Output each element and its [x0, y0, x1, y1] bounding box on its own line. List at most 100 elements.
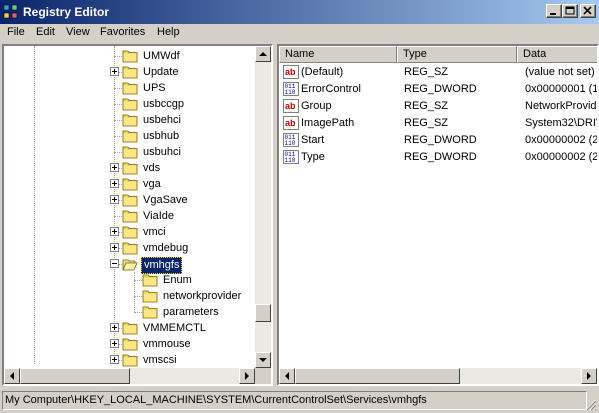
- expand-icon[interactable]: [110, 355, 119, 364]
- folder-icon: [142, 290, 158, 303]
- value-row[interactable]: ab Group REG_SZ NetworkProvider: [279, 98, 597, 115]
- tree-item-label[interactable]: usbccgp: [141, 97, 186, 112]
- list-horizontal-scrollbar[interactable]: [279, 368, 597, 384]
- minimize-button[interactable]: [546, 4, 562, 18]
- tree-item-vmhgfs[interactable]: vmhgfs: [4, 256, 254, 274]
- list-scroll-right-button[interactable]: [581, 368, 597, 384]
- tree-item-label[interactable]: parameters: [161, 305, 221, 320]
- value-data: 0x00000002 (2): [525, 151, 599, 163]
- tree-item-label[interactable]: VgaSave: [141, 193, 190, 208]
- tree-item-viaide[interactable]: ViaIde: [4, 208, 254, 224]
- column-header-data[interactable]: Data: [517, 46, 597, 63]
- tree-item-label[interactable]: vmmouse: [141, 337, 193, 352]
- close-button[interactable]: [580, 4, 596, 18]
- tree-horizontal-scrollbar[interactable]: [4, 368, 255, 384]
- tree-item-label[interactable]: usbhub: [141, 129, 181, 144]
- tree-item-label[interactable]: UPS: [141, 81, 168, 96]
- tree-item-label[interactable]: UMWdf: [141, 49, 182, 64]
- menu-file[interactable]: File: [4, 26, 28, 38]
- title-bar[interactable]: Registry Editor: [0, 0, 599, 24]
- folder-icon: [122, 226, 138, 239]
- tree-item-label[interactable]: vmci: [141, 225, 168, 240]
- list-scroll-left-button[interactable]: [279, 368, 295, 384]
- tree-item-vmci[interactable]: vmci: [4, 224, 254, 240]
- expand-icon[interactable]: [110, 67, 119, 76]
- tree-item-label[interactable]: Update: [141, 65, 180, 80]
- value-data: (value not set): [525, 66, 595, 78]
- maximize-button[interactable]: [562, 4, 578, 18]
- tree-item-label[interactable]: usbuhci: [141, 145, 183, 160]
- tree-item-label[interactable]: networkprovider: [161, 289, 243, 304]
- list-hscroll-thumb[interactable]: [295, 368, 460, 384]
- key-tree-pane[interactable]: UMWdf Update UPS usbccgp usbehci usbhub usbuhc…: [2, 44, 273, 386]
- tree-item-vmscsi[interactable]: vmscsi: [4, 352, 254, 368]
- tree-item-enum[interactable]: Enum: [4, 272, 254, 288]
- tree-guide-line: [114, 104, 122, 105]
- collapse-icon[interactable]: [110, 259, 119, 268]
- tree-guide-line: [114, 56, 122, 57]
- column-header-type[interactable]: Type: [397, 46, 517, 63]
- expand-icon[interactable]: [110, 227, 119, 236]
- tree-scroll-left-button[interactable]: [4, 368, 20, 384]
- menu-edit[interactable]: Edit: [33, 26, 58, 38]
- resize-grip-icon[interactable]: [585, 399, 597, 411]
- expand-icon[interactable]: [110, 179, 119, 188]
- tree-item-vga[interactable]: vga: [4, 176, 254, 192]
- tree-item-label[interactable]: vmscsi: [141, 353, 179, 368]
- tree-hscroll-thumb[interactable]: [20, 368, 130, 384]
- registry-editor-icon: [3, 4, 18, 19]
- tree-item-ups[interactable]: UPS: [4, 80, 254, 96]
- tree-item-label[interactable]: VMMEMCTL: [141, 321, 208, 336]
- arrow-right-icon: [587, 372, 591, 380]
- tree-scroll-down-button[interactable]: [255, 352, 271, 368]
- tree-scroll-thumb[interactable]: [255, 304, 271, 322]
- tree-item-usbhub[interactable]: usbhub: [4, 128, 254, 144]
- values-list-pane[interactable]: Name Type Data ab (Default) REG_SZ (value n…: [277, 44, 599, 386]
- tree-item-vgasave[interactable]: VgaSave: [4, 192, 254, 208]
- value-row[interactable]: ab ImagePath REG_SZ System32\DRIVERS\vmhgfs…: [279, 115, 597, 132]
- expand-icon[interactable]: [110, 323, 119, 332]
- tree-guide-line: [114, 216, 122, 217]
- value-row[interactable]: 011 110 Start REG_DWORD 0x00000002 (2): [279, 132, 597, 149]
- tree-item-usbehci[interactable]: usbehci: [4, 112, 254, 128]
- string-value-icon: ab: [283, 65, 299, 79]
- tree-scroll-right-button[interactable]: [239, 368, 255, 384]
- tree-item-vds[interactable]: vds: [4, 160, 254, 176]
- tree-item-label[interactable]: vga: [141, 177, 163, 192]
- maximize-icon: [565, 6, 575, 15]
- expand-icon[interactable]: [110, 163, 119, 172]
- tree-item-vmmemctl[interactable]: VMMEMCTL: [4, 320, 254, 336]
- tree-item-label[interactable]: Enum: [161, 273, 194, 288]
- tree-item-label[interactable]: vds: [141, 161, 162, 176]
- expand-icon[interactable]: [110, 243, 119, 252]
- folder-icon: [122, 146, 138, 159]
- menu-view[interactable]: View: [63, 26, 93, 38]
- expand-icon[interactable]: [110, 339, 119, 348]
- folder-icon: [122, 66, 138, 79]
- expand-icon[interactable]: [110, 195, 119, 204]
- column-header-name[interactable]: Name: [279, 46, 397, 63]
- menu-favorites[interactable]: Favorites: [97, 26, 148, 38]
- tree-item-networkprovider[interactable]: networkprovider: [4, 288, 254, 304]
- tree-item-usbuhci[interactable]: usbuhci: [4, 144, 254, 160]
- tree-item-label[interactable]: ViaIde: [141, 209, 176, 224]
- value-row[interactable]: 011 110 ErrorControl REG_DWORD 0x00000001 (1…: [279, 81, 597, 98]
- tree-scroll-up-button[interactable]: [255, 46, 271, 62]
- menu-bar: File Edit View Favorites Help: [0, 24, 599, 42]
- value-name: Start: [301, 134, 325, 146]
- tree-item-vmmouse[interactable]: vmmouse: [4, 336, 254, 352]
- tree-item-umwdf[interactable]: UMWdf: [4, 48, 254, 64]
- tree-item-label[interactable]: usbehci: [141, 113, 183, 128]
- folder-icon: [122, 98, 138, 111]
- tree-item-vmdebug[interactable]: vmdebug: [4, 240, 254, 256]
- tree-guide-line: [114, 120, 122, 121]
- value-row[interactable]: 011 110 Type REG_DWORD 0x00000002 (2): [279, 149, 599, 166]
- value-row[interactable]: ab (Default) REG_SZ (value not set): [279, 64, 597, 81]
- tree-item-label[interactable]: vmdebug: [141, 241, 190, 256]
- tree-item-parameters[interactable]: parameters: [4, 304, 254, 320]
- tree-item-usbccgp[interactable]: usbccgp: [4, 96, 254, 112]
- value-type: REG_SZ: [404, 117, 449, 129]
- menu-help[interactable]: Help: [154, 26, 183, 38]
- tree-item-update[interactable]: Update: [4, 64, 254, 80]
- tree-vertical-scrollbar[interactable]: [255, 46, 271, 368]
